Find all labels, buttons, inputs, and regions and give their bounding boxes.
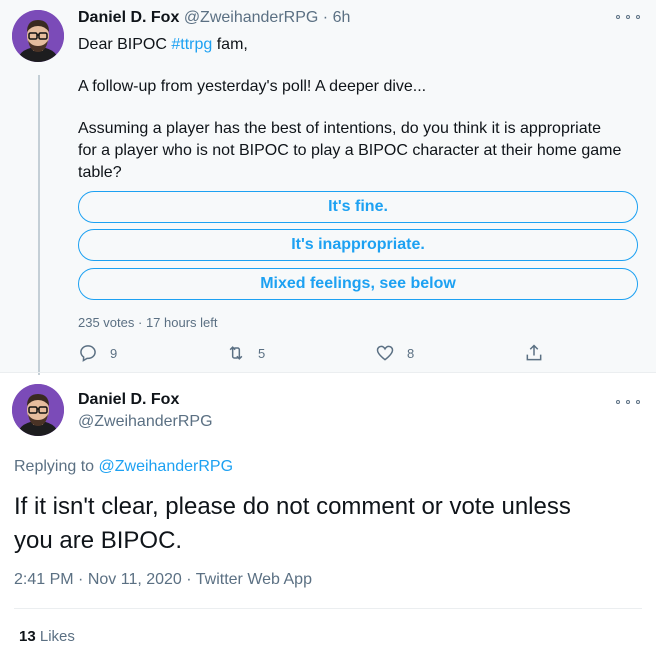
- replying-label: Replying to: [14, 458, 99, 475]
- reply-count: 9: [110, 345, 118, 361]
- poll-meta: 235 votes · 17 hours left: [78, 315, 218, 330]
- reply-text-line: you are BIPOC.: [14, 527, 183, 554]
- separator-dot: ·: [78, 571, 88, 588]
- thread-line: [38, 75, 40, 375]
- tweet-greeting: Dear BIPOC #ttrpg fam,: [78, 34, 248, 56]
- tweet-header: Daniel D. Fox @ZweihanderRPG · 6h: [78, 9, 350, 27]
- author-handle[interactable]: @ZweihanderRPG: [78, 413, 213, 431]
- separator-dot: ·: [138, 315, 146, 330]
- replying-to: Replying to @ZweihanderRPG: [14, 458, 233, 476]
- time-ago[interactable]: 6h: [333, 9, 351, 26]
- like-icon: [376, 345, 394, 361]
- poll-option-inappropriate[interactable]: It's inappropriate.: [78, 229, 638, 261]
- share-icon: [526, 344, 542, 361]
- more-icon[interactable]: [616, 11, 640, 23]
- tweet-paragraph-1: A follow-up from yesterday's poll! A dee…: [78, 78, 427, 95]
- likes-label: Likes: [39, 628, 75, 645]
- greeting-prefix: Dear BIPOC: [78, 36, 172, 53]
- tweet-date[interactable]: Nov 11, 2020: [88, 571, 182, 588]
- timestamp: 2:41 PM · Nov 11, 2020 · Twitter Web App: [14, 571, 312, 589]
- separator-dot: ·: [322, 9, 329, 26]
- paragraph-line: for a player who is not BIPOC to play a …: [78, 142, 622, 159]
- paragraph-line: table?: [78, 164, 122, 181]
- avatar-image: [12, 10, 64, 62]
- more-icon[interactable]: [616, 396, 640, 408]
- author-handle[interactable]: @ZweihanderRPG: [184, 9, 319, 26]
- hashtag-link[interactable]: #ttrpg: [171, 36, 212, 53]
- replying-handle-link[interactable]: @ZweihanderRPG: [99, 458, 234, 475]
- paragraph-line: Assuming a player has the best of intent…: [78, 120, 601, 137]
- tweet-source[interactable]: Twitter Web App: [196, 571, 312, 588]
- reply-text-line: If it isn't clear, please do not comment…: [14, 493, 571, 520]
- retweet-button[interactable]: 5: [226, 343, 265, 363]
- retweet-count: 5: [258, 345, 266, 361]
- divider: [14, 608, 642, 609]
- tweet-time[interactable]: 2:41 PM: [14, 571, 74, 588]
- poll-option-mixed[interactable]: Mixed feelings, see below: [78, 268, 638, 300]
- reply-icon: [80, 345, 96, 362]
- share-button[interactable]: [524, 343, 556, 363]
- reply-button[interactable]: 9: [78, 343, 117, 363]
- poll-time-left: 17 hours left: [145, 315, 218, 330]
- poll-votes: 235 votes: [78, 315, 135, 330]
- like-count: 8: [407, 345, 415, 361]
- tweet-paragraph-2: Assuming a player has the best of intent…: [78, 118, 621, 184]
- separator-dot: ·: [186, 571, 196, 588]
- likes-count: 13: [19, 628, 36, 645]
- retweet-icon: [229, 346, 243, 360]
- avatar[interactable]: [12, 384, 64, 436]
- reply-text: If it isn't clear, please do not comment…: [14, 490, 634, 558]
- avatar-image: [12, 384, 64, 436]
- avatar[interactable]: [12, 10, 64, 62]
- like-button[interactable]: 8: [375, 343, 414, 363]
- divider: [0, 372, 656, 373]
- greeting-suffix: fam,: [212, 36, 248, 53]
- poll-option-fine[interactable]: It's fine.: [78, 191, 638, 223]
- likes-link[interactable]: 13 Likes: [19, 628, 75, 645]
- poll-tweet[interactable]: Daniel D. Fox @ZweihanderRPG · 6h Dear B…: [0, 0, 656, 375]
- author-name[interactable]: Daniel D. Fox: [78, 9, 179, 26]
- author-name[interactable]: Daniel D. Fox: [78, 391, 179, 409]
